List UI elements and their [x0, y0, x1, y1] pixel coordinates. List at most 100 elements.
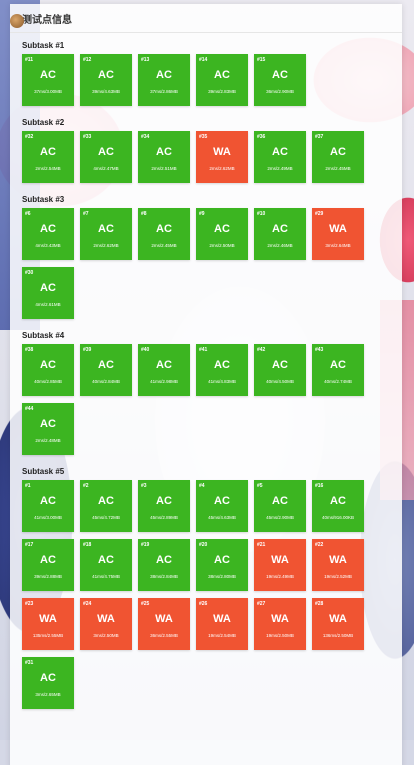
testcase-verdict: AC: [272, 495, 288, 507]
testcase-verdict: AC: [156, 495, 172, 507]
testcase-id: #19: [141, 542, 150, 548]
testcase-tile[interactable]: #41 AC 41ms/4.83MB: [196, 344, 248, 396]
testcase-tile[interactable]: #31 AC 3ms/2.65MB: [22, 657, 74, 709]
testcase-id: #33: [83, 134, 92, 140]
testcase-tile[interactable]: #7 AC 2ms/2.62MB: [80, 208, 132, 260]
testcase-verdict: AC: [156, 554, 172, 566]
testcase-id: #4: [199, 483, 205, 489]
testcase-id: #41: [199, 347, 208, 353]
testcase-tile[interactable]: #29 WA 3ms/2.64MB: [312, 208, 364, 260]
testcase-stats: 3ms/2.50MB: [93, 633, 119, 638]
testcase-tile[interactable]: #28 WA 136ms/2.50MB: [312, 598, 364, 650]
testcase-id: #32: [25, 134, 34, 140]
subtask-section: Subtask #1 #11 AC 37ms/3.00MB #12 AC 39ms/4.63…: [22, 39, 402, 106]
testcase-id: #43: [315, 347, 324, 353]
testcase-tile[interactable]: #4 AC 45ms/4.63MB: [196, 480, 248, 532]
testcase-id: #36: [257, 134, 266, 140]
testcase-stats: 41ms/3.00MB: [34, 515, 62, 520]
testcase-tile[interactable]: #3 AC 45ms/2.89MB: [138, 480, 190, 532]
testcase-verdict: AC: [214, 69, 230, 81]
testcase-stats: 2ms/2.45MB: [325, 166, 351, 171]
testcase-verdict: AC: [40, 69, 56, 81]
testcase-tile[interactable]: #35 WA 2ms/2.62MB: [196, 131, 248, 183]
testcase-tile[interactable]: #13 AC 37ms/2.86MB: [138, 54, 190, 106]
testcase-id: #23: [25, 601, 34, 607]
testcase-stats: 2ms/2.46MB: [267, 243, 293, 248]
testcase-verdict: AC: [272, 146, 288, 158]
testcase-id: #31: [25, 660, 34, 666]
testcase-tile[interactable]: #26 WA 19ms/2.54MB: [196, 598, 248, 650]
testcase-tile[interactable]: #1 AC 41ms/3.00MB: [22, 480, 74, 532]
testcase-tile[interactable]: #9 AC 2ms/2.50MB: [196, 208, 248, 260]
testcase-grid: #6 AC 4ms/3.43MB #7 AC 2ms/2.62MB #8 AC 2ms/2.45…: [22, 208, 376, 319]
testcase-stats: 41ms/4.83MB: [208, 379, 236, 384]
testcase-tile[interactable]: #14 AC 39ms/2.83MB: [196, 54, 248, 106]
testcase-tile[interactable]: #21 WA 19ms/2.49MB: [254, 539, 306, 591]
testcase-id: #7: [83, 211, 89, 217]
testcase-stats: 41ms/4.75MB: [92, 574, 120, 579]
testcase-tile[interactable]: #44 AC 2ms/2.48MB: [22, 403, 74, 455]
testcase-stats: 4ms/2.61MB: [35, 302, 61, 307]
testcase-id: #9: [199, 211, 205, 217]
testcase-id: #17: [25, 542, 34, 548]
testcase-grid: #1 AC 41ms/3.00MB #2 AC 45ms/4.72MB #3 AC 45ms/2…: [22, 480, 376, 709]
testcase-tile[interactable]: #18 AC 41ms/4.75MB: [80, 539, 132, 591]
testcase-verdict: WA: [329, 613, 347, 625]
testcase-stats: 38ms/2.84MB: [150, 574, 178, 579]
testcase-tile[interactable]: #2 AC 45ms/4.72MB: [80, 480, 132, 532]
testcase-tile[interactable]: #16 AC 40ms/916.00KB: [312, 480, 364, 532]
testcase-tile[interactable]: #27 WA 19ms/2.50MB: [254, 598, 306, 650]
testcase-tile[interactable]: #33 AC 4ms/2.47MB: [80, 131, 132, 183]
testcase-tile[interactable]: #11 AC 37ms/3.00MB: [22, 54, 74, 106]
testcase-tile[interactable]: #20 AC 38ms/2.80MB: [196, 539, 248, 591]
testcase-tile[interactable]: #15 AC 36ms/2.90MB: [254, 54, 306, 106]
testcase-tile[interactable]: #43 AC 40ms/2.74MB: [312, 344, 364, 396]
testcase-stats: 36ms/2.55MB: [150, 633, 178, 638]
testcase-tile[interactable]: #17 AC 39ms/2.88MB: [22, 539, 74, 591]
testcase-grid: #11 AC 37ms/3.00MB #12 AC 39ms/4.63MB #13 AC 37m…: [22, 54, 376, 106]
testcase-tile[interactable]: #19 AC 38ms/2.84MB: [138, 539, 190, 591]
subtask-section: Subtask #3 #6 AC 4ms/3.43MB #7 AC 2ms/2.62MB #8…: [22, 193, 402, 319]
testcase-tile[interactable]: #25 WA 36ms/2.55MB: [138, 598, 190, 650]
testcase-tile[interactable]: #6 AC 4ms/3.43MB: [22, 208, 74, 260]
testcase-tile[interactable]: #36 AC 2ms/2.49MB: [254, 131, 306, 183]
testcase-id: #42: [257, 347, 266, 353]
testcase-stats: 37ms/3.00MB: [34, 89, 62, 94]
subtask-list: Subtask #1 #11 AC 37ms/3.00MB #12 AC 39ms/4.63…: [10, 33, 402, 709]
testcase-tile[interactable]: #8 AC 2ms/2.45MB: [138, 208, 190, 260]
testcase-tile[interactable]: #37 AC 2ms/2.45MB: [312, 131, 364, 183]
testcase-tile[interactable]: #24 WA 3ms/2.50MB: [80, 598, 132, 650]
testcase-id: #8: [141, 211, 147, 217]
testcase-stats: 2ms/2.48MB: [35, 438, 61, 443]
testcase-verdict: WA: [329, 554, 347, 566]
testcase-stats: 45ms/4.72MB: [92, 515, 120, 520]
testcase-stats: 40ms/4.50MB: [266, 379, 294, 384]
testcase-tile[interactable]: #34 AC 2ms/2.51MB: [138, 131, 190, 183]
testcase-stats: 2ms/2.45MB: [151, 243, 177, 248]
testcase-verdict: AC: [156, 359, 172, 371]
testcase-tile[interactable]: #30 AC 4ms/2.61MB: [22, 267, 74, 319]
testcase-verdict: AC: [330, 146, 346, 158]
testcase-id: #10: [257, 211, 266, 217]
testcase-tile[interactable]: #23 WA 135ms/2.55MB: [22, 598, 74, 650]
testcase-tile[interactable]: #32 AC 2ms/2.54MB: [22, 131, 74, 183]
testcase-stats: 136ms/2.50MB: [322, 633, 354, 638]
testcase-tile[interactable]: #12 AC 39ms/4.63MB: [80, 54, 132, 106]
testcase-tile[interactable]: #5 AC 45ms/2.90MB: [254, 480, 306, 532]
testcase-stats: 38ms/2.80MB: [208, 574, 236, 579]
testcase-tile[interactable]: #22 WA 19ms/2.52MB: [312, 539, 364, 591]
testcase-id: #26: [199, 601, 208, 607]
testcase-tile[interactable]: #42 AC 40ms/4.50MB: [254, 344, 306, 396]
testcase-stats: 2ms/2.50MB: [209, 243, 235, 248]
testcase-stats: 2ms/2.51MB: [151, 166, 177, 171]
testcase-tile[interactable]: #10 AC 2ms/2.46MB: [254, 208, 306, 260]
testcase-tile[interactable]: #39 AC 40ms/2.84MB: [80, 344, 132, 396]
testcase-tile[interactable]: #38 AC 40ms/2.85MB: [22, 344, 74, 396]
testcase-id: #34: [141, 134, 150, 140]
testcase-id: #13: [141, 57, 150, 63]
testcase-tile[interactable]: #40 AC 41ms/2.98MB: [138, 344, 190, 396]
testcase-verdict: WA: [39, 613, 57, 625]
testcase-verdict: AC: [272, 69, 288, 81]
testcase-id: #3: [141, 483, 147, 489]
avatar: [10, 14, 24, 28]
